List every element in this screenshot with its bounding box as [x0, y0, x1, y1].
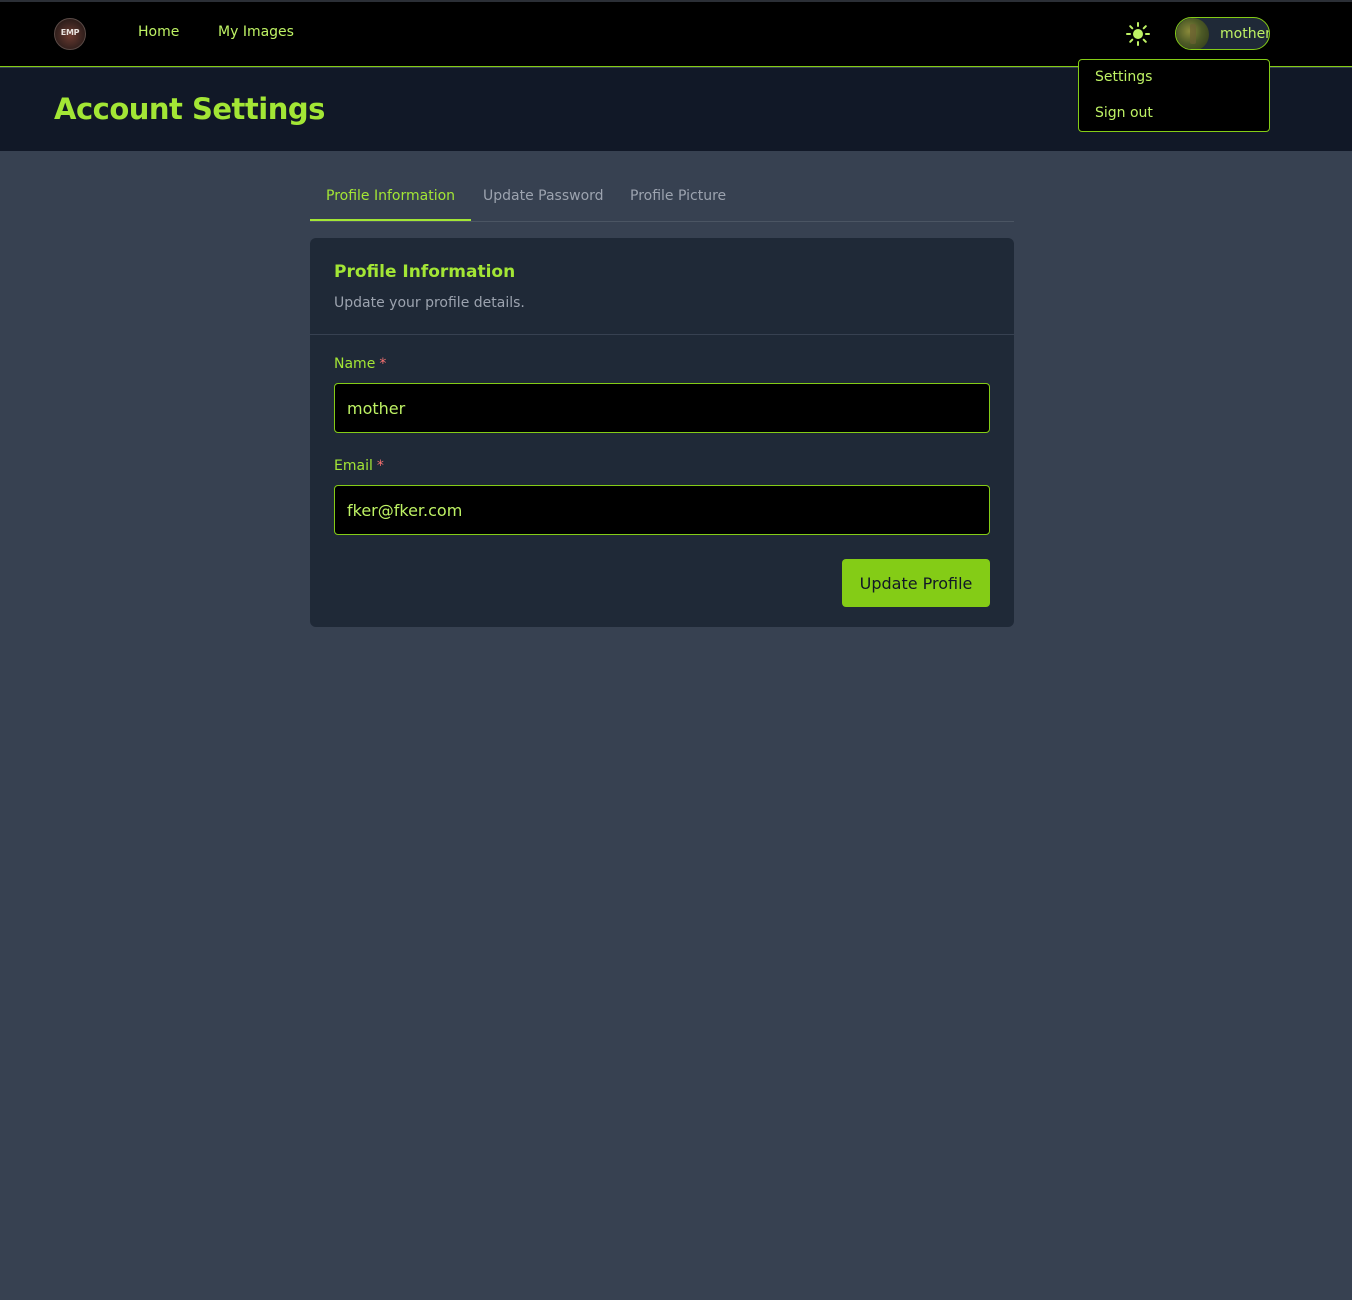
name-label-text: Name [334, 356, 376, 372]
settings-tabs: Profile Information Update Password Prof… [310, 172, 1014, 222]
user-menu-button[interactable]: mother [1175, 17, 1270, 50]
site-logo[interactable]: EMP [54, 18, 86, 50]
nav-link-home[interactable]: Home [138, 24, 179, 40]
user-name: mother [1220, 26, 1270, 42]
nav-link-my-images[interactable]: My Images [218, 24, 294, 40]
email-field-label: Email * [334, 458, 384, 474]
profile-information-card: Profile Information Update your profile … [310, 238, 1014, 627]
required-mark: * [376, 458, 384, 474]
card-subtitle: Update your profile details. [334, 295, 525, 311]
email-label-text: Email [334, 458, 373, 474]
card-title: Profile Information [334, 262, 516, 282]
tab-profile-picture[interactable]: Profile Picture [614, 172, 742, 221]
sun-icon [1126, 22, 1150, 46]
required-mark: * [379, 356, 387, 372]
page-title: Account Settings [54, 92, 325, 126]
name-input[interactable] [334, 383, 990, 433]
name-field-label: Name * [334, 356, 386, 372]
menu-item-sign-out[interactable]: Sign out [1095, 105, 1153, 121]
email-input[interactable] [334, 485, 990, 535]
user-dropdown-menu: Settings Sign out [1078, 59, 1270, 132]
theme-toggle-button[interactable] [1124, 20, 1152, 48]
menu-item-settings[interactable]: Settings [1095, 69, 1152, 85]
tab-update-password[interactable]: Update Password [467, 172, 620, 221]
card-divider [310, 334, 1014, 335]
update-profile-button[interactable]: Update Profile [842, 559, 990, 607]
top-navbar: EMP Home My Images mother [0, 2, 1352, 67]
logo-text: EMP [60, 28, 80, 37]
tab-profile-information[interactable]: Profile Information [310, 172, 472, 221]
avatar [1176, 18, 1209, 49]
